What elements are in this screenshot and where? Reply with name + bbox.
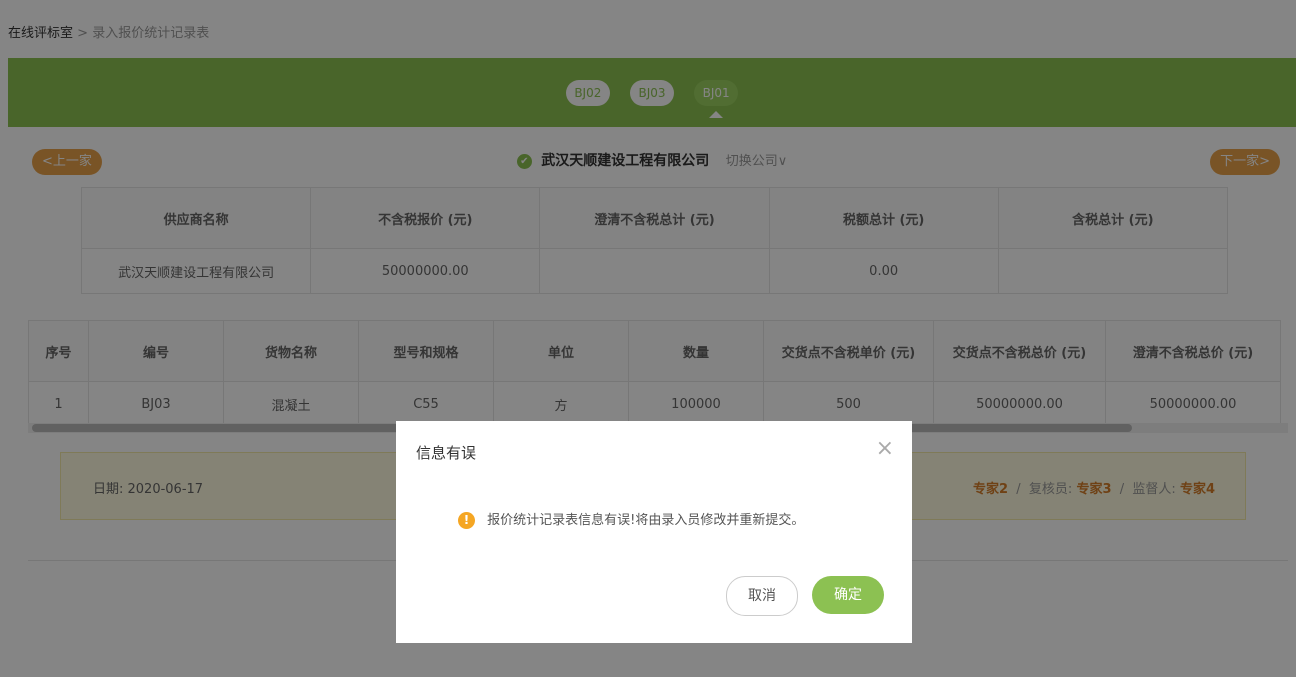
cancel-button[interactable]: 取消 [726,576,798,616]
dialog-title: 信息有误 [416,444,477,462]
error-dialog: 信息有误 × ! 报价统计记录表信息有误!将由录入员修改并重新提交。 取消 确定 [396,421,912,643]
close-icon[interactable]: × [876,436,894,461]
dialog-message: 报价统计记录表信息有误!将由录入员修改并重新提交。 [487,513,805,528]
dialog-message-row: ! 报价统计记录表信息有误!将由录入员修改并重新提交。 [458,509,804,529]
confirm-button[interactable]: 确定 [812,576,884,614]
warning-icon: ! [458,512,475,529]
